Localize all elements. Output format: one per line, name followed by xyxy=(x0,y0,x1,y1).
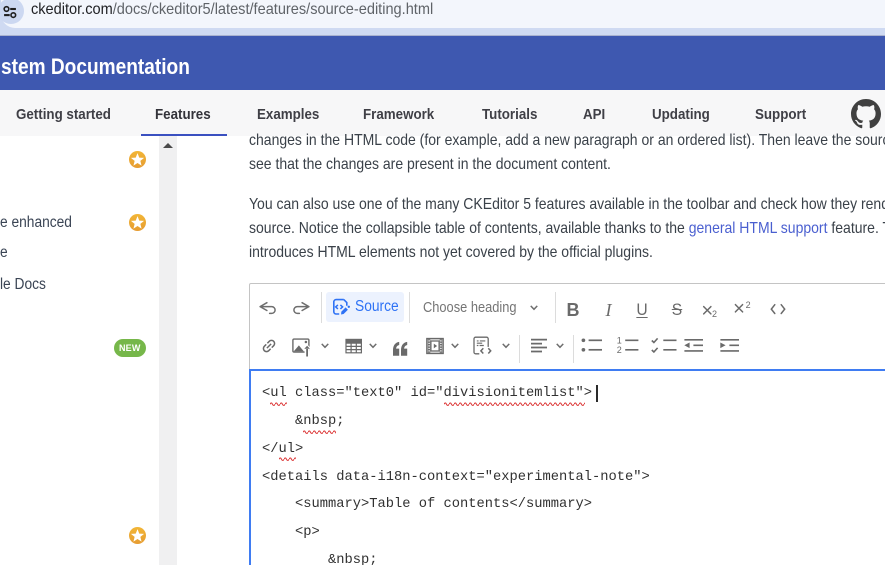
svg-text:2: 2 xyxy=(712,309,717,319)
svg-text:2: 2 xyxy=(617,345,622,355)
svg-text:1: 1 xyxy=(617,336,622,346)
svg-text:2: 2 xyxy=(746,300,751,310)
